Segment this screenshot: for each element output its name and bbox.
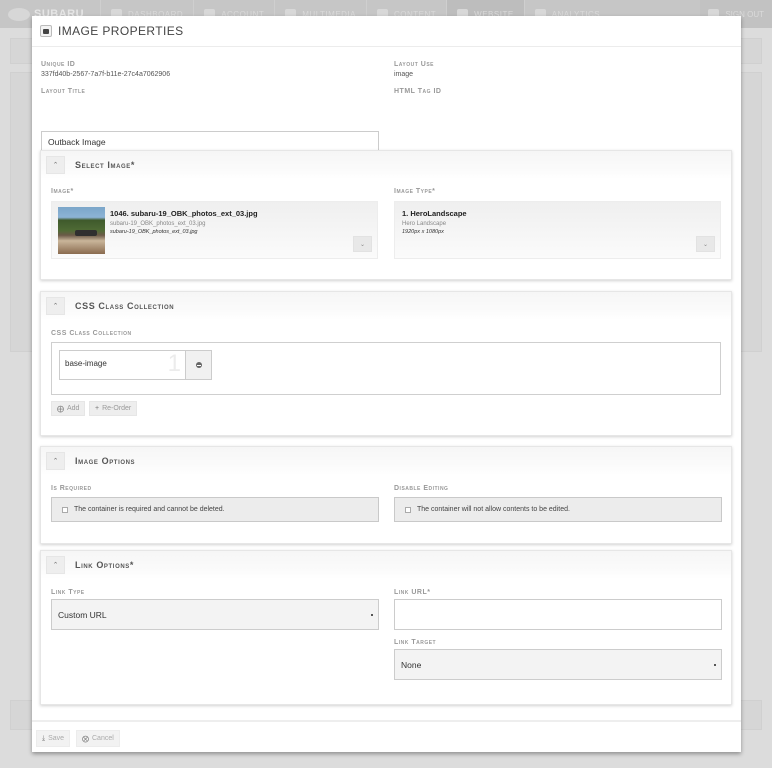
layout-use-label: Layout Use <box>394 61 434 68</box>
link-target-label: Link Target <box>394 639 437 646</box>
modal-header: IMAGE PROPERTIES <box>32 16 741 47</box>
section-title: Select Image* <box>75 160 135 170</box>
section-header: ⌃ Link Options* <box>41 551 731 579</box>
image-type-title: 1. HeroLandscape <box>402 209 467 218</box>
plus-icon: + <box>95 405 100 412</box>
disable-editing-label: Disable Editing <box>394 485 449 492</box>
disable-editing-checkbox[interactable]: The container will not allow contents to… <box>394 497 722 522</box>
subaru-logo-icon <box>8 7 30 21</box>
plus-circle-icon: ⨁ <box>57 405 64 413</box>
link-url-label: Link URL* <box>394 589 431 596</box>
chevron-down-icon: ⌄ <box>702 241 709 248</box>
css-class-index: 1 <box>167 350 181 377</box>
download-icon: ⤓ <box>42 734 46 742</box>
image-picker[interactable]: 1046. subaru-19_OBK_photos_ext_03.jpg su… <box>51 201 378 259</box>
section-title: Image Options <box>75 456 136 466</box>
save-label: Save <box>48 735 65 742</box>
disable-editing-text: The container will not allow contents to… <box>417 506 570 513</box>
collapse-toggle[interactable]: ⌃ <box>46 297 65 315</box>
remove-class-button[interactable] <box>185 351 211 379</box>
save-button[interactable]: ⤓ Save <box>36 730 71 747</box>
section-header: ⌃ CSS Class Collection <box>41 292 731 320</box>
is-required-text: The container is required and cannot be … <box>74 506 225 513</box>
modal-title: IMAGE PROPERTIES <box>58 24 184 38</box>
chevron-up-icon: ⌃ <box>52 303 59 310</box>
image-type-picker[interactable]: 1. HeroLandscape Hero Landscape 1920px x… <box>394 201 721 259</box>
chevron-up-icon: ⌃ <box>52 162 59 169</box>
image-thumbnail <box>58 207 105 254</box>
link-url-input[interactable] <box>394 599 722 630</box>
reorder-button[interactable]: + Re-Order <box>89 401 138 416</box>
cancel-button[interactable]: ⨂ Cancel <box>76 730 120 747</box>
camera-icon <box>40 25 52 37</box>
image-type-label: Image Type* <box>394 188 436 195</box>
image-label: Image* <box>51 188 74 195</box>
dropdown-caret-icon <box>371 613 373 616</box>
image-options-section: ⌃ Image Options Is Required The containe… <box>40 446 732 544</box>
layout-use-value: image <box>394 71 414 78</box>
section-header: ⌃ Image Options <box>41 447 731 475</box>
layout-title-label: Layout Title <box>41 88 86 95</box>
collapse-toggle[interactable]: ⌃ <box>46 156 65 174</box>
unique-id-field: Unique ID 337fd40b-2567-7a7f-b11e-27c4a7… <box>41 61 170 78</box>
html-tag-id-label: HTML Tag ID <box>394 88 442 95</box>
section-title: Link Options* <box>75 560 134 570</box>
section-header: ⌃ Select Image* <box>41 151 731 179</box>
modal-footer: ⤓ Save ⨂ Cancel <box>32 720 741 752</box>
cancel-circle-icon: ⨂ <box>82 735 89 743</box>
section-title: CSS Class Collection <box>75 301 175 311</box>
add-class-button[interactable]: ⨁ Add <box>51 401 86 416</box>
css-class-list: base-image 1 <box>51 342 721 395</box>
css-class-input[interactable]: base-image 1 <box>60 350 185 379</box>
checkbox-icon[interactable] <box>62 506 68 513</box>
image-type-subtitle: Hero Landscape <box>402 221 447 227</box>
image-caption: subaru-19_OBK_photos_ext_03.jpg <box>110 229 198 235</box>
dropdown-caret-icon <box>714 663 716 666</box>
image-properties-modal: IMAGE PROPERTIES Unique ID 337fd40b-2567… <box>32 16 741 752</box>
image-dropdown-button[interactable]: ⌄ <box>353 236 372 252</box>
image-type-caption: 1920px x 1080px <box>402 229 444 235</box>
collapse-toggle[interactable]: ⌃ <box>46 452 65 470</box>
image-type-dropdown-button[interactable]: ⌄ <box>696 236 715 252</box>
unique-id-label: Unique ID <box>41 61 76 68</box>
link-type-label: Link Type <box>51 589 85 596</box>
is-required-label: Is Required <box>51 485 92 492</box>
unique-id-value: 337fd40b-2567-7a7f-b11e-27c4a7062906 <box>41 71 171 78</box>
css-class-collection-section: ⌃ CSS Class Collection CSS Class Collect… <box>40 291 732 436</box>
layout-title-field: Layout Title <box>41 88 85 95</box>
cancel-label: Cancel <box>92 735 114 742</box>
minus-circle-icon <box>195 362 202 368</box>
css-class-item: base-image 1 <box>59 350 212 380</box>
link-type-value: Custom URL <box>58 609 107 620</box>
chevron-down-icon: ⌄ <box>359 241 366 248</box>
is-required-checkbox[interactable]: The container is required and cannot be … <box>51 497 379 522</box>
link-type-select[interactable]: Custom URL <box>51 599 379 630</box>
reorder-label: Re-Order <box>102 405 132 412</box>
select-image-section: ⌃ Select Image* Image* 1046. subaru-19_O… <box>40 150 732 280</box>
chevron-up-icon: ⌃ <box>52 562 59 569</box>
image-subtitle: subaru-19_OBK_photos_ext_03.jpg <box>110 221 206 227</box>
add-label: Add <box>67 405 80 412</box>
link-target-value: None <box>401 659 422 670</box>
chevron-up-icon: ⌃ <box>52 458 59 465</box>
link-options-section: ⌃ Link Options* Link Type Custom URL Lin… <box>40 550 732 705</box>
image-title: 1046. subaru-19_OBK_photos_ext_03.jpg <box>110 209 258 218</box>
html-tag-id-field: HTML Tag ID <box>394 88 441 95</box>
link-target-select[interactable]: None <box>394 649 722 680</box>
css-class-value: base-image <box>65 359 107 368</box>
checkbox-icon[interactable] <box>405 506 411 513</box>
layout-use-field: Layout Use image <box>394 61 434 78</box>
collapse-toggle[interactable]: ⌃ <box>46 556 65 574</box>
css-class-collection-label: CSS Class Collection <box>51 330 132 337</box>
